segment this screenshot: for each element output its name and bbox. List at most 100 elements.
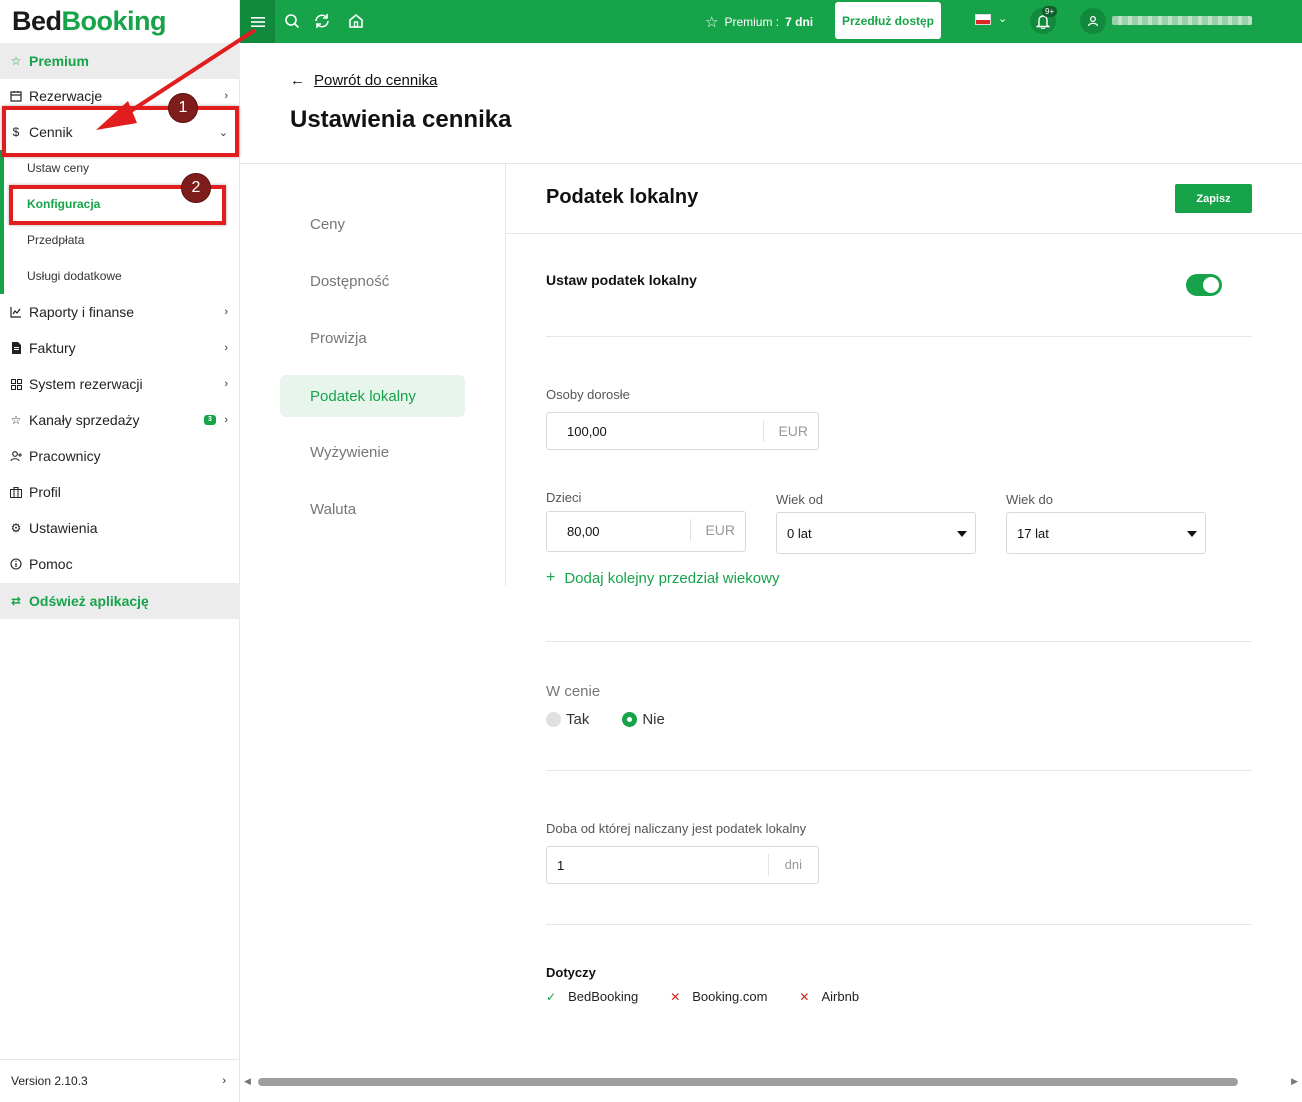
add-age-range-link[interactable]: + Dodaj kolejny przedział wiekowy	[546, 569, 779, 587]
currency-unit: EUR	[690, 519, 745, 541]
scroll-right-icon[interactable]: ▶	[1291, 1076, 1298, 1087]
radio-no[interactable]	[622, 712, 638, 727]
user-name-redacted[interactable]	[1112, 16, 1252, 25]
premium-status: ☆ Premium : 7 dni	[705, 13, 813, 31]
cross-icon: ✕	[799, 989, 810, 1004]
divider	[546, 770, 1252, 771]
info-icon	[9, 557, 23, 571]
sync-button[interactable]	[312, 11, 332, 31]
divider	[546, 924, 1252, 925]
in-price-label: W cenie	[546, 683, 601, 700]
tab-prowizja[interactable]: Prowizja	[280, 317, 465, 359]
caret-down-icon	[957, 531, 967, 537]
language-flag-icon[interactable]	[975, 14, 991, 25]
sidebar-item-pracownicy[interactable]: Pracownicy	[0, 438, 240, 474]
applies-item-label: BedBooking	[568, 989, 639, 1004]
app-version[interactable]: Version 2.10.3 ›	[0, 1059, 240, 1102]
age-from-label: Wiek od	[776, 492, 823, 507]
sidebar-item-label: Odśwież aplikację	[29, 593, 149, 609]
back-to-pricing-link[interactable]: ← Powrót do cennika	[290, 72, 437, 89]
sidebar-item-raporty[interactable]: Raporty i finanse ›	[0, 294, 240, 330]
adults-tax-input[interactable]: 100,00 EUR	[546, 412, 819, 450]
chevron-right-icon: ›	[222, 1075, 226, 1087]
sidebar-item-label: Raporty i finanse	[29, 304, 135, 320]
applies-item-booking: ✕ Booking.com	[670, 989, 767, 1004]
chart-icon	[9, 305, 23, 319]
grid-icon	[9, 377, 23, 391]
age-to-label: Wiek do	[1006, 492, 1053, 507]
sidebar-item-system-rezerwacji[interactable]: System rezerwacji ›	[0, 366, 240, 402]
children-label: Dzieci	[546, 490, 582, 505]
sidebar-item-label: Faktury	[29, 340, 76, 356]
night-value: 1	[557, 858, 565, 873]
divider	[505, 163, 506, 586]
avatar[interactable]	[1080, 8, 1106, 34]
sidebar-item-pomoc[interactable]: Pomoc	[0, 546, 240, 582]
divider	[546, 641, 1252, 642]
tab-ceny[interactable]: Ceny	[280, 203, 465, 245]
sidebar-item-profil[interactable]: Profil	[0, 474, 240, 510]
age-from-value: 0 lat	[787, 526, 812, 541]
annotation-step-2: 2	[181, 173, 211, 203]
radio-yes[interactable]	[546, 712, 561, 727]
currency-unit: EUR	[763, 420, 818, 442]
adults-label: Osoby dorosłe	[546, 387, 630, 402]
chevron-down-icon[interactable]: ⌄	[998, 12, 1007, 25]
home-icon	[349, 13, 363, 28]
sidebar: Bed Booking ☆ Premium Rezerwacje › $ Cenn…	[0, 0, 240, 1102]
in-price-radio-group: Tak Nie	[546, 711, 665, 728]
tab-dostepnosc[interactable]: Dostępność	[280, 260, 465, 302]
refresh-icon: ⇄	[10, 594, 22, 608]
adults-tax-value: 100,00	[567, 424, 607, 439]
night-label: Doba od której naliczany jest podatek lo…	[546, 821, 807, 836]
sidebar-item-faktury[interactable]: Faktury ›	[0, 330, 240, 366]
sidebar-item-kanaly-sprzedazy[interactable]: ☆ Kanały sprzedaży 3 ›	[0, 402, 240, 438]
chevron-right-icon: ›	[224, 306, 228, 318]
extend-access-button[interactable]: Przedłuż dostęp	[835, 2, 941, 39]
age-from-select[interactable]: 0 lat	[776, 512, 976, 554]
children-tax-input[interactable]: 80,00 EUR	[546, 511, 746, 552]
night-unit: dni	[767, 854, 818, 876]
sidebar-subitem-uslugi-dodatkowe[interactable]: Usługi dodatkowe	[0, 258, 240, 294]
premium-days: 7 dni	[785, 15, 814, 29]
sidebar-subitem-przedplata[interactable]: Przedpłata	[0, 222, 240, 258]
home-button[interactable]	[346, 11, 366, 31]
sidebar-item-refresh-app[interactable]: ⇄ Odśwież aplikację	[0, 583, 240, 619]
scroll-left-icon[interactable]: ◀	[244, 1076, 251, 1087]
back-link-label: Powrót do cennika	[314, 72, 438, 89]
version-label: Version 2.10.3	[11, 1074, 88, 1088]
applies-list: ✓ BedBooking ✕ Booking.com ✕ Airbnb	[546, 989, 891, 1004]
add-age-range-label: Dodaj kolejny przedział wiekowy	[564, 569, 780, 587]
tab-podatek-lokalny[interactable]: Podatek lokalny	[280, 375, 465, 417]
chevron-right-icon: ›	[224, 378, 228, 390]
children-tax-value: 80,00	[567, 524, 600, 539]
chevron-right-icon: ›	[224, 342, 228, 354]
radio-yes-label[interactable]: Tak	[566, 711, 589, 728]
briefcase-icon	[9, 485, 23, 499]
sidebar-item-label: Kanały sprzedaży	[29, 412, 140, 428]
top-bar: ☆ Premium : 7 dni Przedłuż dostęp ⌄ 9+	[240, 0, 1302, 43]
panel-title: Podatek lokalny	[546, 186, 699, 208]
sidebar-item-ustawienia[interactable]: ⚙ Ustawienia	[0, 510, 240, 546]
sidebar-item-label: Ustawienia	[29, 520, 98, 536]
sidebar-item-label: Pracownicy	[29, 448, 101, 464]
divider	[240, 163, 1302, 164]
star-icon: ☆	[705, 14, 719, 31]
tab-wyzywienie[interactable]: Wyżywienie	[280, 431, 465, 473]
horizontal-scrollbar[interactable]: ◀ ▶	[244, 1076, 1300, 1088]
age-to-select[interactable]: 17 lat	[1006, 512, 1206, 554]
gear-icon: ⚙	[10, 521, 22, 535]
caret-down-icon	[1187, 531, 1197, 537]
night-input[interactable]: 1 dni	[546, 846, 819, 884]
applies-item-bedbooking: ✓ BedBooking	[546, 989, 638, 1004]
annotation-arrow	[96, 28, 257, 130]
invoice-icon	[9, 341, 23, 355]
tab-waluta[interactable]: Waluta	[280, 488, 465, 530]
local-tax-toggle[interactable]	[1186, 274, 1222, 296]
user-plus-icon	[9, 449, 23, 463]
save-button[interactable]: Zapisz	[1175, 184, 1252, 213]
applies-item-label: Booking.com	[692, 989, 768, 1004]
radio-no-label[interactable]: Nie	[642, 711, 665, 728]
local-tax-toggle-label: Ustaw podatek lokalny	[546, 272, 697, 288]
scrollbar-thumb[interactable]	[258, 1078, 1238, 1086]
